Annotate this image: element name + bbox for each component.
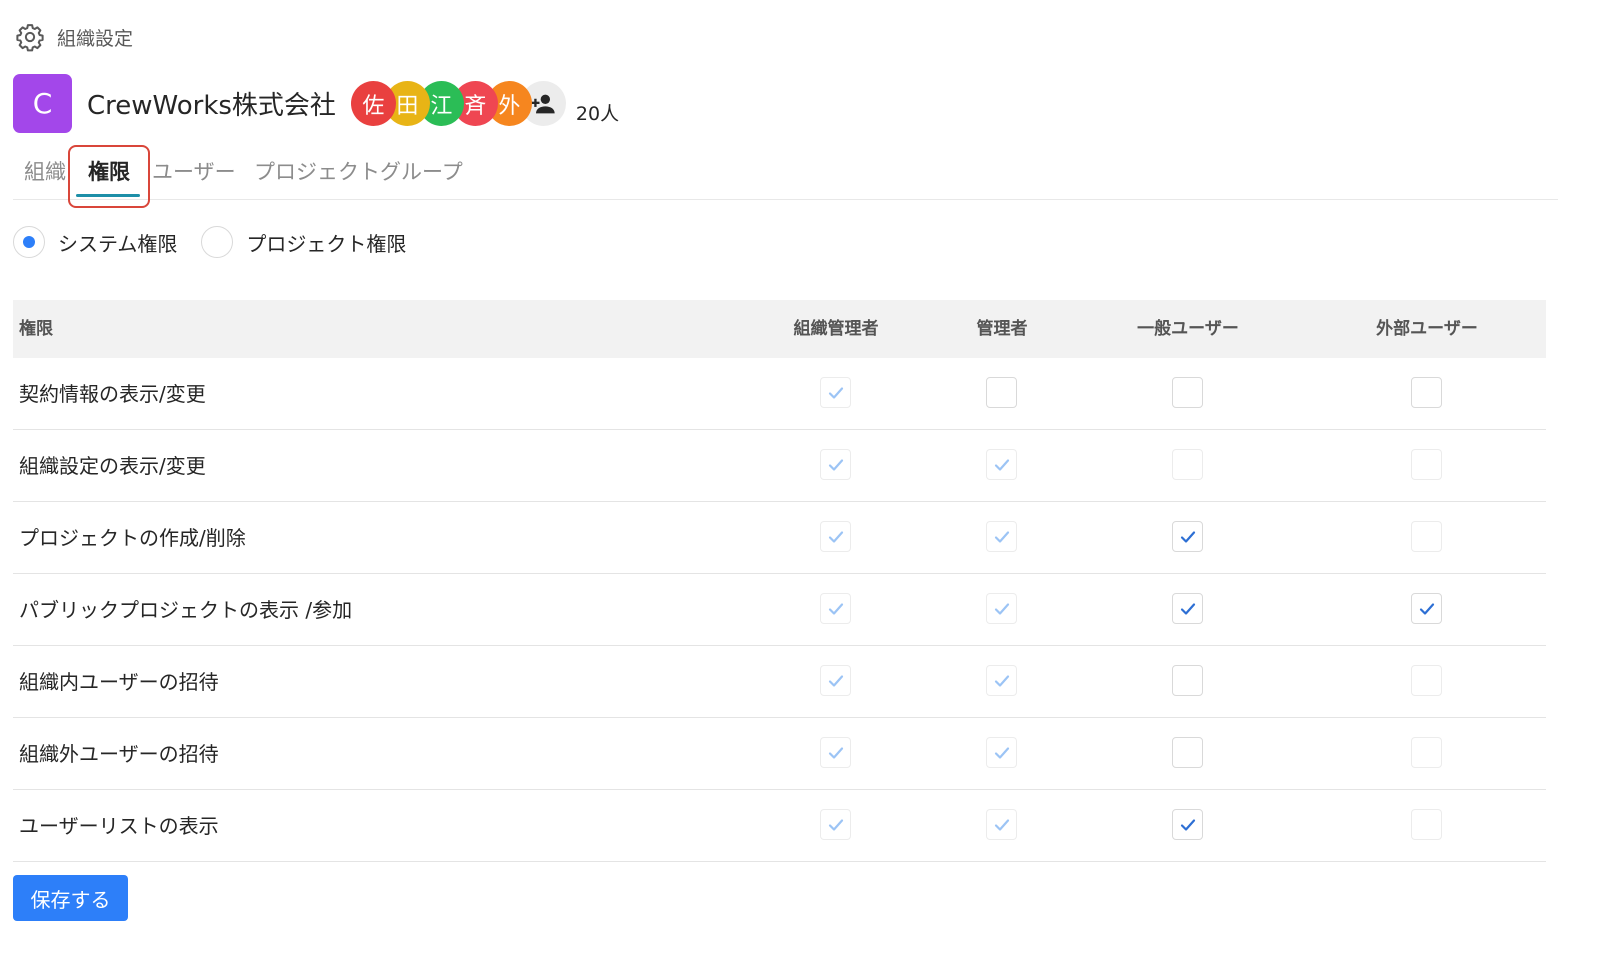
organization-logo: C [13,74,72,133]
gear-icon [15,22,45,52]
permission-checkbox [1411,521,1442,552]
permission-checkbox [820,449,851,480]
permission-checkbox [820,737,851,768]
permission-checkbox [986,737,1017,768]
table-row: パブリックプロジェクトの表示 /参加 [13,574,1546,646]
table-row: 組織内ユーザーの招待 [13,646,1546,718]
permission-checkbox[interactable] [986,377,1017,408]
member-count: 20人 [575,103,620,125]
column-header-external-user: 外部ユーザー [1376,319,1478,339]
save-button[interactable]: 保存する [13,875,128,921]
member-avatars[interactable]: 佐田江斉外 [350,81,566,126]
permissions-table: 権限 組織管理者 管理者 一般ユーザー 外部ユーザー 契約情報の表示/変更 組織設… [13,300,1546,862]
column-header-admin: 管理者 [976,319,1028,339]
permission-checkbox [1411,665,1442,696]
radio-label-system: システム権限 [58,231,178,256]
radio-project-permissions[interactable]: プロジェクト権限 [201,226,406,258]
permission-checkbox[interactable] [1411,377,1442,408]
column-header-permission: 権限 [19,319,53,339]
organization-header: C CrewWorks株式会社 佐田江斉外 20人 [13,74,619,133]
permission-checkbox[interactable] [1172,377,1203,408]
permission-checkbox [820,521,851,552]
tab-organization[interactable]: 組織 [24,156,66,186]
tab-highlight-annotation [68,145,150,208]
member-avatar[interactable]: 佐 [350,81,396,126]
table-body: 契約情報の表示/変更 組織設定の表示/変更プロジェクトの作成/削除パブリックプロジ… [13,358,1546,862]
permission-checkbox[interactable] [1172,521,1203,552]
permission-label: 組織外ユーザーの招待 [19,742,219,766]
table-row: ユーザーリストの表示 [13,790,1546,862]
column-header-general-user: 一般ユーザー [1137,319,1239,339]
permission-checkbox[interactable] [1172,809,1203,840]
permission-checkbox [1172,449,1203,480]
radio-label-project: プロジェクト権限 [246,231,407,256]
permission-type-selector: システム権限 プロジェクト権限 [13,226,430,258]
settings-tabs: 組織 権限 ユーザー プロジェクトグループ [13,145,1558,208]
permission-label: プロジェクトの作成/削除 [19,526,246,550]
organization-name: CrewWorks株式会社 [87,91,336,121]
radio-button-project[interactable] [201,226,234,258]
radio-button-system[interactable] [13,226,45,258]
permission-label: 組織設定の表示/変更 [19,454,206,478]
radio-system-permissions[interactable]: システム権限 [13,226,177,258]
permission-label: パブリックプロジェクトの表示 /参加 [19,598,353,622]
permission-label: 契約情報の表示/変更 [19,382,206,406]
table-row: 組織設定の表示/変更 [13,430,1546,502]
permission-checkbox [820,593,851,624]
permission-label: ユーザーリストの表示 [19,814,219,838]
permission-checkbox [1411,449,1442,480]
permission-checkbox [820,665,851,696]
table-row: 契約情報の表示/変更 [13,358,1546,430]
permission-checkbox [1411,809,1442,840]
breadcrumb: 組織設定 [15,22,133,52]
permission-checkbox [820,809,851,840]
permission-checkbox[interactable] [1172,665,1203,696]
breadcrumb-title: 組織設定 [57,27,134,50]
permission-checkbox [986,593,1017,624]
table-row: 組織外ユーザーの招待 [13,718,1546,790]
tab-project-groups[interactable]: プロジェクトグループ [254,156,463,186]
permission-checkbox [1411,737,1442,768]
permission-label: 組織内ユーザーの招待 [19,670,219,694]
tab-users[interactable]: ユーザー [152,156,236,186]
table-header: 権限 組織管理者 管理者 一般ユーザー 外部ユーザー [13,300,1546,358]
permission-checkbox[interactable] [1172,593,1203,624]
permission-checkbox[interactable] [1411,593,1442,624]
permission-checkbox [986,449,1017,480]
permission-checkbox [820,377,851,408]
permission-checkbox [986,521,1017,552]
permission-checkbox[interactable] [1172,737,1203,768]
table-row: プロジェクトの作成/削除 [13,502,1546,574]
permission-checkbox [986,809,1017,840]
permission-checkbox [986,665,1017,696]
column-header-org-admin: 組織管理者 [793,319,879,339]
